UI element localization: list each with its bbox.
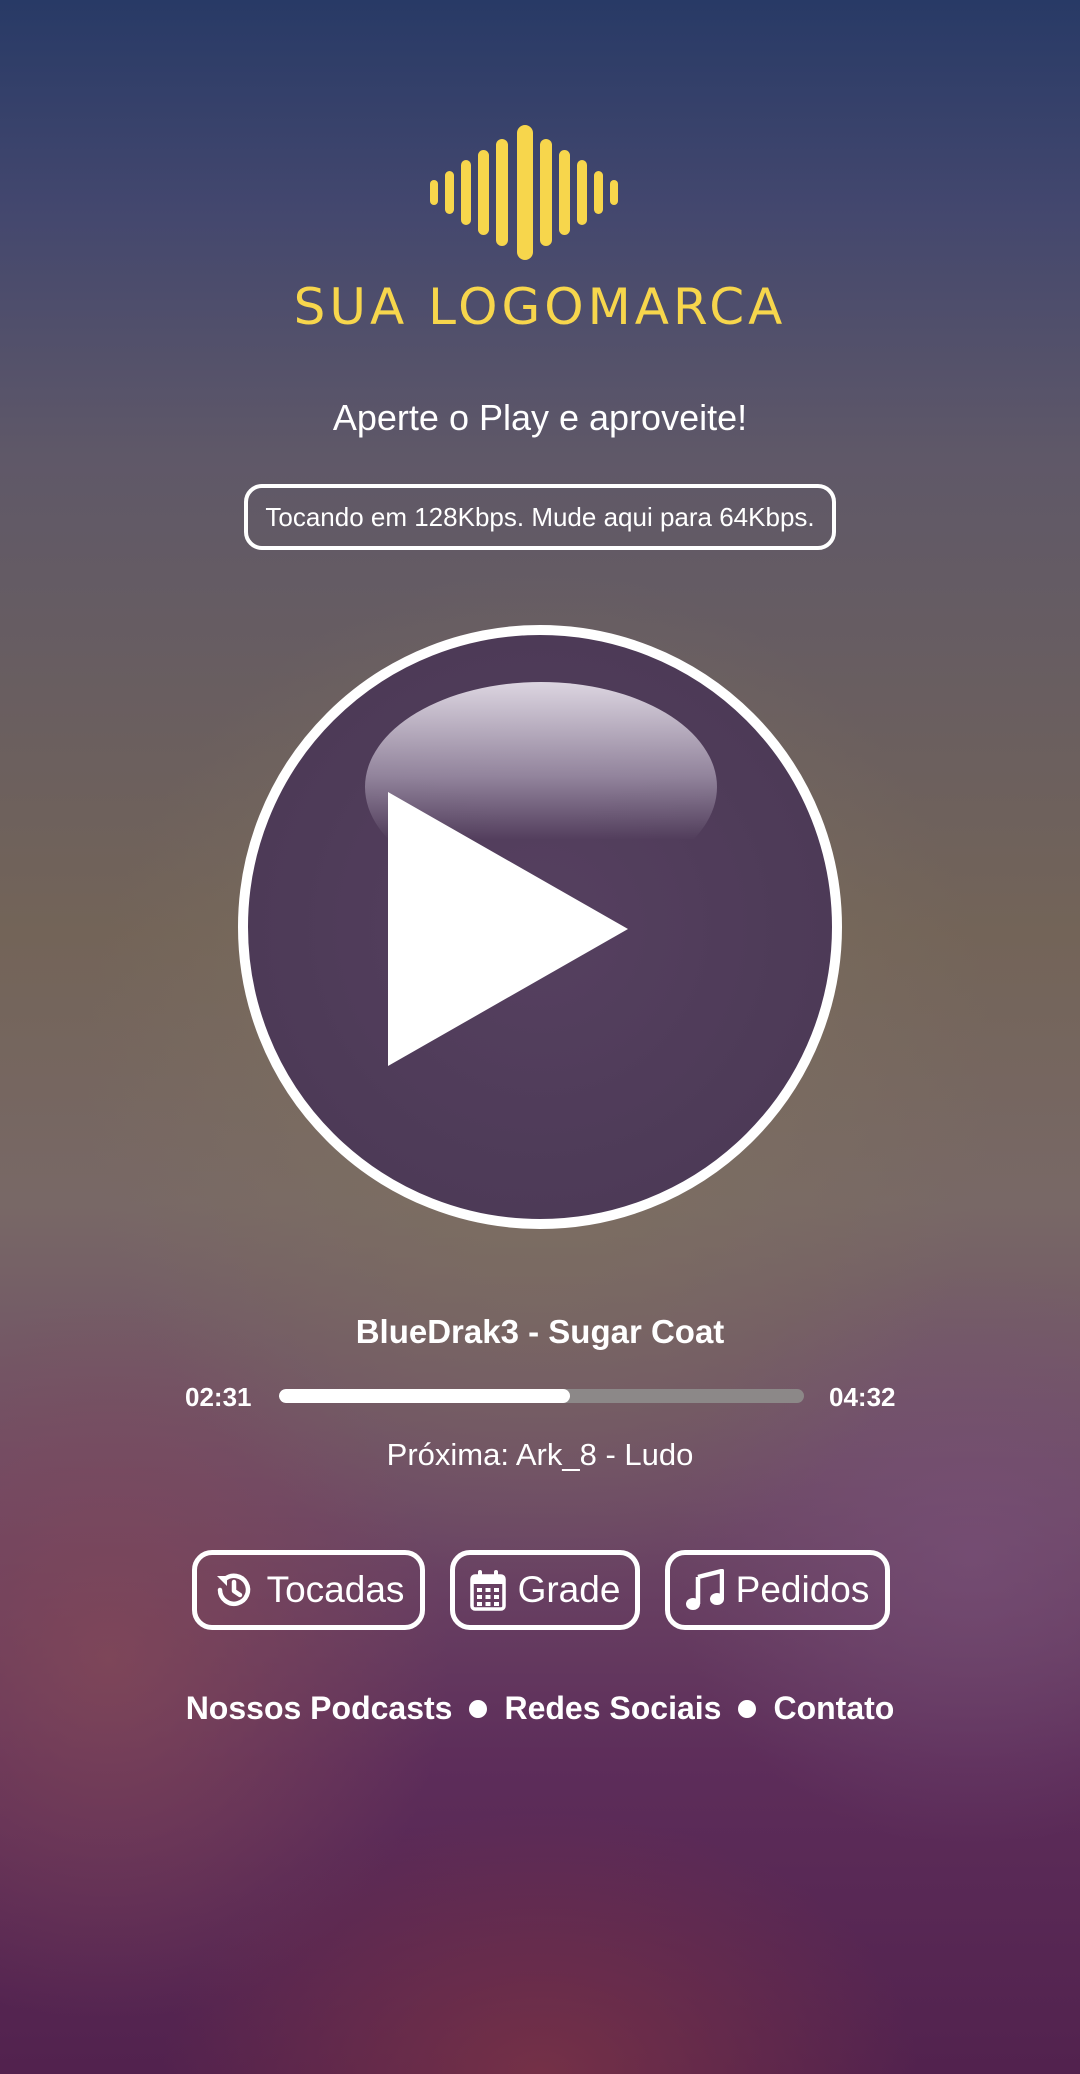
music-note-icon xyxy=(685,1569,724,1610)
bitrate-toggle-button[interactable]: Tocando em 128Kbps. Mude aqui para 64Kbp… xyxy=(244,484,836,550)
time-total: 04:32 xyxy=(829,1382,896,1412)
radio-player-page: SUA LOGOMARCA Aperte o Play e aproveite!… xyxy=(0,0,1080,2074)
tocadas-label: Tocadas xyxy=(266,1569,405,1610)
logo-text: SUA LOGOMARCA xyxy=(293,278,787,336)
play-button[interactable] xyxy=(238,625,842,1229)
time-current: 02:31 xyxy=(185,1382,252,1412)
progress-bar xyxy=(279,1389,804,1403)
play-icon xyxy=(388,792,628,1066)
pedidos-button[interactable]: Pedidos xyxy=(665,1550,890,1630)
progress-bar-fill xyxy=(279,1389,571,1403)
separator-dot xyxy=(738,1699,757,1718)
tagline: Aperte o Play e aproveite! xyxy=(332,397,748,438)
now-playing-title: BlueDrak3 - Sugar Coat xyxy=(355,1313,725,1350)
grade-button[interactable]: Grade xyxy=(450,1550,640,1630)
tocadas-button[interactable]: Tocadas xyxy=(192,1550,425,1630)
link-contato[interactable]: Contato xyxy=(773,1690,894,1727)
pedidos-label: Pedidos xyxy=(735,1569,870,1610)
separator-dot xyxy=(469,1699,488,1718)
footer-links: Nossos Podcasts Redes Sociais Contato xyxy=(0,1690,1080,1727)
sound-wave-icon xyxy=(430,125,618,260)
calendar-icon xyxy=(469,1570,506,1611)
next-track: Próxima: Ark_8 - Ludo xyxy=(386,1437,694,1472)
grade-label: Grade xyxy=(517,1569,621,1610)
link-nossos-podcasts[interactable]: Nossos Podcasts xyxy=(186,1690,453,1727)
history-icon xyxy=(216,1573,250,1607)
link-redes-sociais[interactable]: Redes Sociais xyxy=(504,1690,721,1727)
